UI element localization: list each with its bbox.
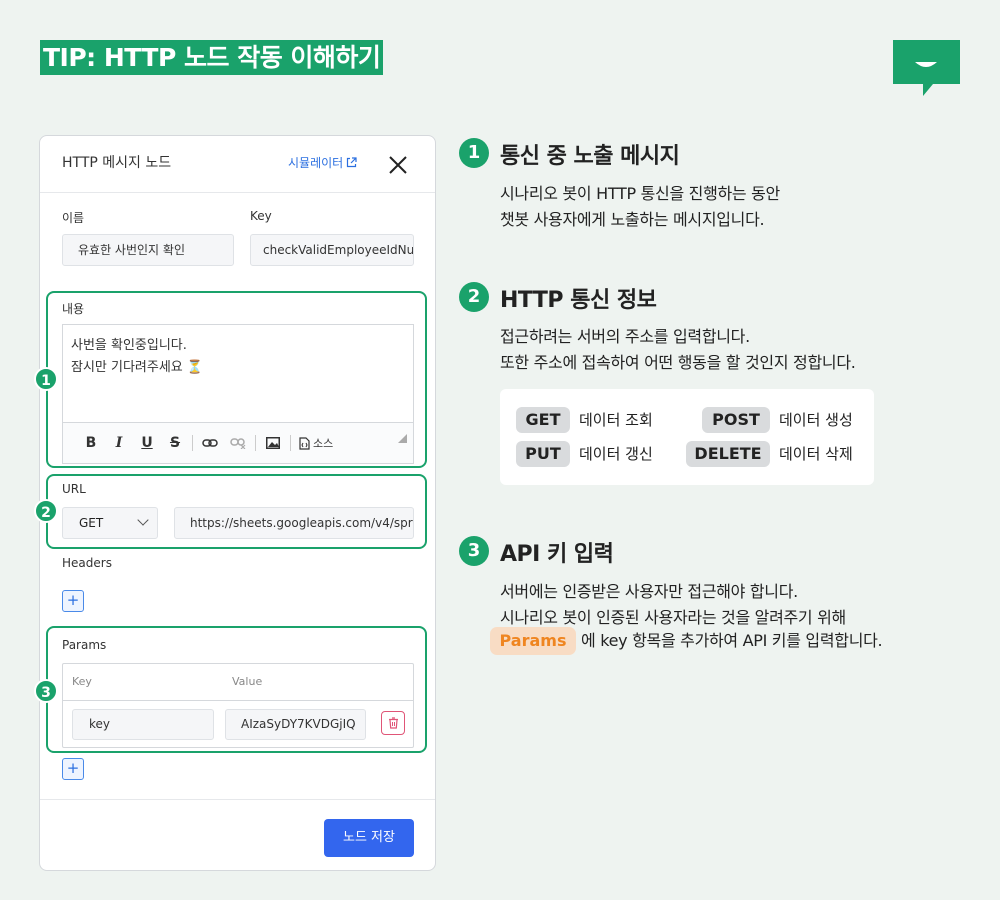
close-icon[interactable] (387, 154, 409, 176)
external-link-icon (347, 157, 357, 168)
step-3-number: 3 (459, 536, 489, 566)
step-1-description: 시나리오 봇이 HTTP 통신을 진행하는 동안 챗봇 사용자에게 노출하는 메… (500, 181, 780, 233)
step-2-title: HTTP 통신 정보 (500, 288, 657, 313)
step-3-line-3: 에 key 항목을 추가하여 API 키를 입력합니다. (581, 631, 883, 650)
add-header-button[interactable]: + (62, 590, 84, 612)
method-chip-delete: DELETE (686, 441, 770, 467)
name-field[interactable]: 유효한 사번인지 확인 (62, 234, 234, 266)
method-chip-put: PUT (516, 441, 570, 467)
step-2-line-2: 또한 주소에 접속하여 어떤 행동을 할 것인지 정합니다. (500, 353, 856, 372)
step-2-line-1: 접근하려는 서버의 주소를 입력합니다. (500, 327, 750, 346)
params-chip: Params (490, 627, 576, 655)
add-param-button[interactable]: + (62, 758, 84, 780)
key-label: Key (250, 209, 272, 223)
method-desc-get: 데이터 조회 (579, 411, 653, 429)
headers-label: Headers (62, 556, 112, 570)
method-desc-put: 데이터 갱신 (579, 445, 653, 463)
panel-title: HTTP 메시지 노드 (62, 155, 172, 171)
panel-header: HTTP 메시지 노드 시뮬레이터 (40, 136, 435, 193)
method-chip-get: GET (516, 407, 570, 433)
name-label: 이름 (62, 211, 85, 225)
step-3-title: API 키 입력 (500, 542, 614, 567)
step-1-line-1: 시나리오 봇이 HTTP 통신을 진행하는 동안 (500, 184, 780, 203)
step-1-line-2: 챗봇 사용자에게 노출하는 메시지입니다. (500, 210, 765, 229)
simulator-label: 시뮬레이터 (288, 156, 344, 170)
method-desc-post: 데이터 생성 (779, 411, 853, 429)
method-desc-delete: 데이터 삭제 (779, 445, 853, 463)
badge-2: 2 (34, 499, 58, 523)
highlight-params (46, 626, 427, 753)
http-methods-box: GET 데이터 조회 POST 데이터 생성 PUT 데이터 갱신 DELETE… (500, 389, 874, 485)
key-field[interactable]: checkValidEmployeeIdNum (250, 234, 414, 266)
chat-logo-icon (893, 40, 960, 96)
method-chip-post: POST (702, 407, 770, 433)
badge-1: 1 (34, 367, 58, 391)
panel-footer: 노드 저장 (40, 799, 435, 870)
step-2-number: 2 (459, 282, 489, 312)
simulator-link[interactable]: 시뮬레이터 (288, 154, 357, 171)
step-1-number: 1 (459, 138, 489, 168)
step-2-description: 접근하려는 서버의 주소를 입력합니다. 또한 주소에 접속하여 어떤 행동을 … (500, 324, 856, 376)
save-node-button[interactable]: 노드 저장 (324, 819, 414, 857)
page-title: TIP: HTTP 노드 작동 이해하기 (40, 40, 384, 75)
highlight-content (46, 291, 427, 468)
step-3-line-1: 서버에는 인증받은 사용자만 접근해야 합니다. (500, 582, 798, 601)
highlight-url (46, 474, 427, 549)
badge-3: 3 (34, 679, 58, 703)
step-3-description: 서버에는 인증받은 사용자만 접근해야 합니다. 시나리오 봇이 인증된 사용자… (500, 579, 846, 631)
step-1-title: 통신 중 노출 메시지 (500, 144, 680, 169)
